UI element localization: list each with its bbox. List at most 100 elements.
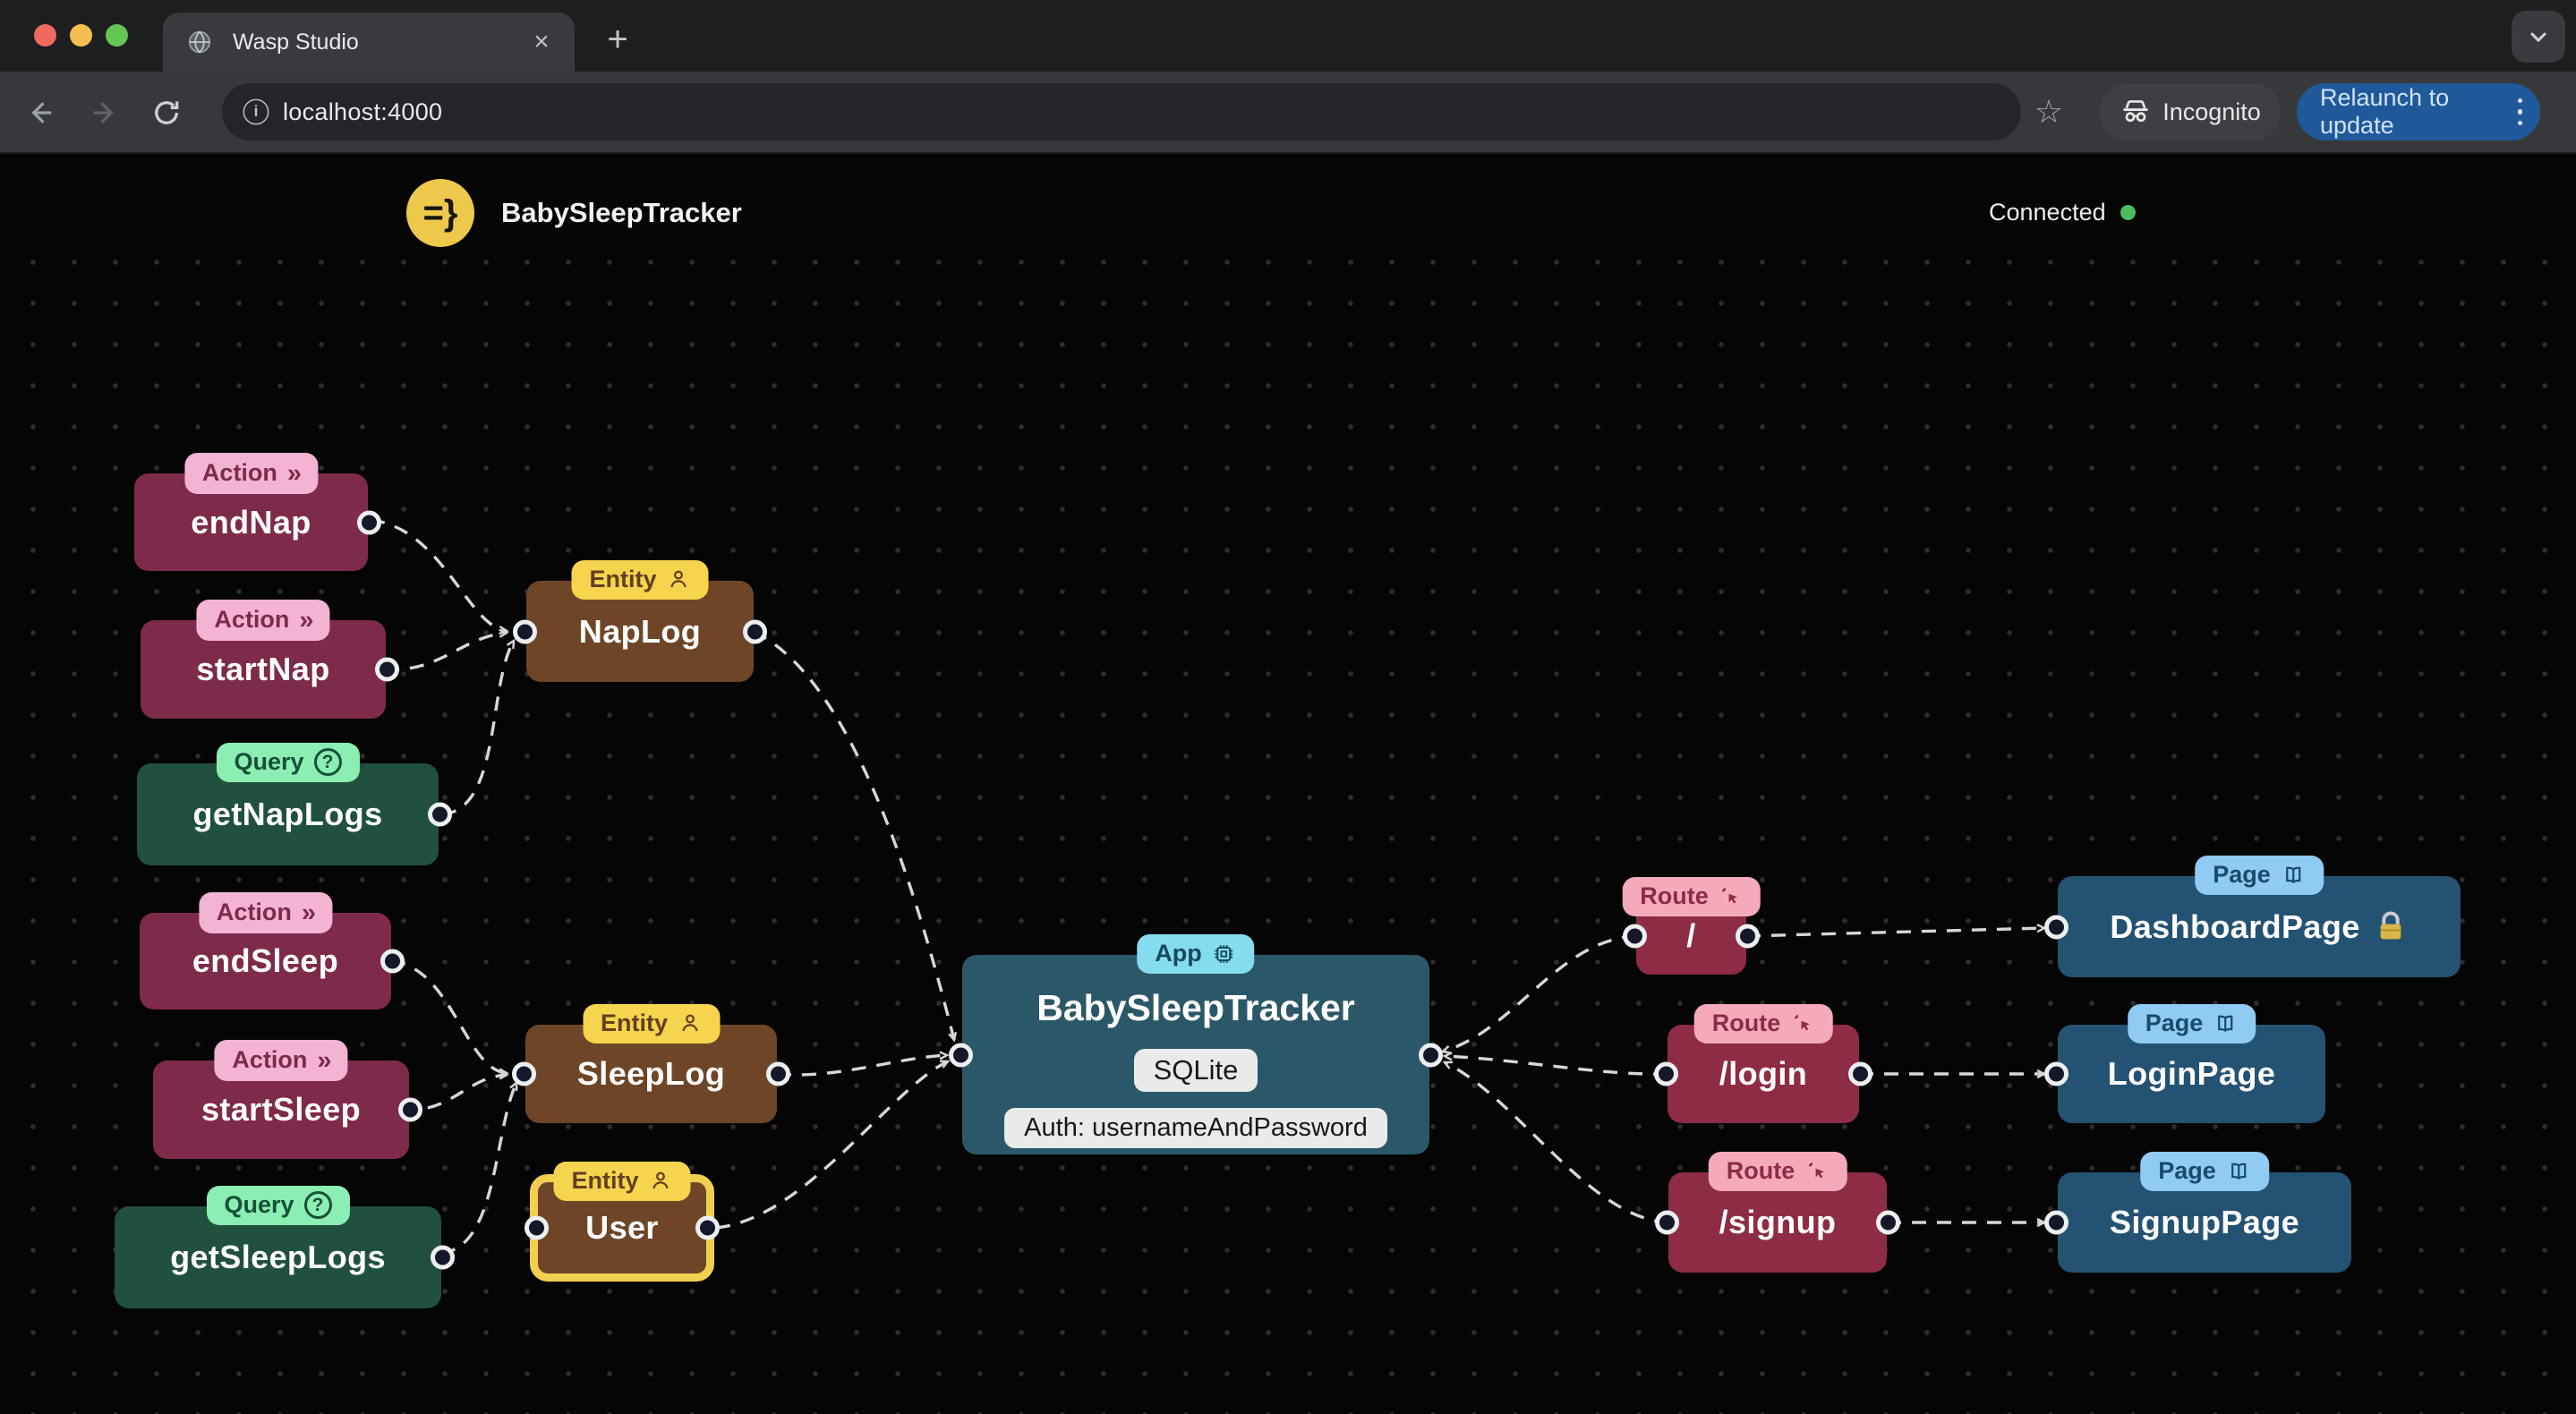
node-label: LoginPage [2107, 1055, 2276, 1092]
person-icon [670, 570, 687, 588]
node-route-login[interactable]: Route /login [1654, 1004, 1872, 1123]
node-label: getNapLogs [192, 796, 383, 832]
node-action-startsleep[interactable]: Action» startSleep [153, 1040, 422, 1159]
handle-target[interactable] [2044, 915, 2068, 939]
arrow-right-icon [93, 102, 114, 124]
page-badge: Page [2140, 1152, 2269, 1191]
handle-target[interactable] [2044, 1061, 2068, 1086]
handle-target[interactable] [525, 1215, 549, 1240]
node-route-signup[interactable]: Route /signup [1655, 1152, 1900, 1273]
open-book-icon [2285, 866, 2300, 883]
handle-source[interactable] [1623, 924, 1647, 949]
action-badge: Action» [214, 1040, 348, 1082]
tab-title: Wasp Studio [233, 29, 359, 55]
node-page-dashboardpage[interactable]: Page DashboardPage [2044, 856, 2461, 977]
handle-target[interactable] [949, 1043, 973, 1067]
reload-button[interactable] [147, 93, 186, 132]
node-label: NapLog [578, 612, 702, 650]
forward-button[interactable] [84, 93, 124, 132]
node-page-loginpage[interactable]: Page LoginPage [2044, 1004, 2325, 1123]
route-badge: Route [1708, 1152, 1847, 1191]
page-name: DashboardPage [2110, 907, 2360, 945]
handle-source[interactable] [428, 802, 452, 827]
node-label: endNap [191, 503, 311, 541]
chevron-down-icon [2530, 32, 2546, 43]
wasp-logo-glyph: =} [422, 192, 458, 233]
node-entity-user[interactable]: Entity User [525, 1162, 720, 1282]
handle-target[interactable] [2044, 1210, 2068, 1235]
node-label: startNap [196, 651, 330, 687]
window-minimize-button[interactable] [70, 24, 92, 47]
incognito-icon [2123, 100, 2148, 123]
node-label: getSleepLogs [170, 1239, 386, 1275]
site-info-icon[interactable]: i [243, 98, 269, 125]
back-button[interactable] [21, 93, 61, 132]
handle-source[interactable] [380, 949, 405, 974]
relaunch-label: Relaunch to update [2320, 84, 2450, 139]
node-app-babysleeptracker[interactable]: App BabySleepTracker SQLite Auth: userna… [949, 934, 1443, 1154]
browser-tab[interactable]: Wasp Studio × [163, 13, 575, 72]
url-bar[interactable]: i localhost:4000 [222, 83, 2021, 141]
tab-close-button[interactable]: × [525, 25, 559, 59]
handle-target[interactable] [513, 619, 537, 643]
tab-search-chevron-button[interactable] [2512, 11, 2565, 63]
node-action-startnap[interactable]: Action» startNap [141, 600, 399, 719]
window-close-button[interactable] [34, 24, 56, 47]
handle-source[interactable] [375, 657, 399, 682]
action-chevrons-icon: » [286, 459, 302, 488]
node-entity-sleeplog[interactable]: Entity SleepLog [512, 1004, 790, 1123]
action-chevrons-icon: » [317, 1046, 331, 1075]
node-label: /signup [1719, 1204, 1837, 1240]
bookmark-star-button[interactable]: ☆ [2025, 88, 2073, 136]
window-zoom-button[interactable] [106, 24, 128, 47]
browser-menu-kebab-icon[interactable] [2517, 98, 2522, 126]
node-query-getsleeplogs[interactable]: Query? getSleepLogs [115, 1186, 455, 1308]
person-icon [653, 1171, 669, 1189]
page-title: BabySleepTracker [501, 197, 742, 228]
node-label: DashboardPage [2110, 908, 2408, 946]
node-action-endnap[interactable]: Action» endNap [134, 453, 381, 571]
handle-source[interactable] [1654, 1061, 1678, 1086]
node-query-getnaplogs[interactable]: Query? getNapLogs [137, 743, 452, 865]
handle-target[interactable] [512, 1061, 536, 1086]
question-circle-icon: ? [303, 1191, 332, 1220]
handle-source[interactable] [1736, 924, 1760, 949]
action-badge: Action» [196, 600, 330, 642]
app-badge: App [1137, 934, 1255, 974]
cursor-click-icon [1722, 888, 1737, 904]
handle-source[interactable] [1655, 1210, 1679, 1235]
arrow-left-icon [31, 102, 52, 124]
open-book-icon [2218, 1015, 2233, 1032]
browser-toolbar: i localhost:4000 ☆ Incognito Relaunch to… [0, 72, 2576, 154]
status-dot-icon [2120, 205, 2136, 220]
node-action-endsleep[interactable]: Action» endSleep [140, 892, 405, 1009]
handle-source[interactable] [398, 1097, 422, 1122]
url-text[interactable]: localhost:4000 [283, 98, 442, 126]
wasp-studio-canvas[interactable]: =} BabySleepTracker Connected Action» en… [0, 0, 2576, 1414]
handle-source[interactable] [431, 1245, 455, 1270]
entity-badge: Entity [582, 1004, 721, 1043]
relaunch-to-update-button[interactable]: Relaunch to update [2297, 83, 2540, 141]
node-route-root[interactable]: Route / [1622, 877, 1761, 975]
node-label: SleepLog [576, 1055, 726, 1092]
handle-source[interactable] [766, 1061, 790, 1086]
handle-source[interactable] [743, 619, 767, 643]
handle-source[interactable] [1848, 1061, 1872, 1086]
route-badge: Route [1622, 877, 1761, 916]
wasp-logo: =} [406, 179, 474, 247]
node-label: User [585, 1209, 659, 1246]
node-entity-naplog[interactable]: Entity NapLog [513, 560, 767, 682]
handle-source[interactable] [357, 510, 381, 534]
query-badge: Query? [216, 743, 360, 782]
action-chevrons-icon: » [299, 606, 313, 635]
question-circle-icon: ? [313, 748, 342, 777]
globe-favicon [188, 30, 211, 54]
node-page-signuppage[interactable]: Page SignupPage [2044, 1152, 2351, 1273]
handle-target[interactable] [1419, 1043, 1443, 1067]
incognito-badge: Incognito [2100, 83, 2281, 141]
new-tab-button[interactable]: + [594, 16, 641, 63]
node-label: / [1686, 917, 1696, 954]
app-name: BabySleepTracker [1036, 987, 1355, 1028]
handle-source[interactable] [695, 1215, 720, 1240]
handle-source[interactable] [1876, 1210, 1900, 1235]
